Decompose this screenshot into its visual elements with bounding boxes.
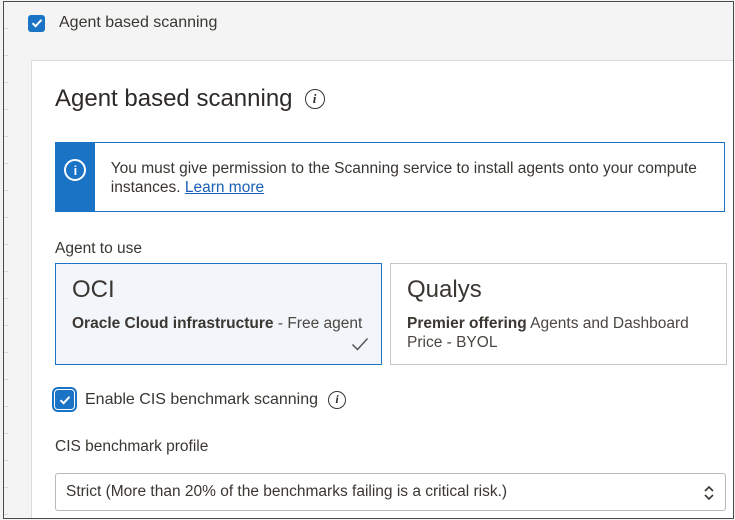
check-icon — [351, 337, 369, 351]
agent-option-description: Oracle Cloud infrastructure - Free agent — [72, 314, 365, 333]
banner-icon-column: i — [56, 143, 95, 211]
agent-option-name: OCI — [72, 276, 115, 303]
select-chevron-icon — [704, 485, 714, 501]
agent-option-desc-bold: Oracle Cloud infrastructure — [72, 315, 274, 332]
page-title: Agent based scanning — [55, 85, 293, 112]
agent-option-oci[interactable]: OCI Oracle Cloud infrastructure - Free a… — [55, 263, 382, 365]
checkmark-icon — [59, 395, 70, 405]
cis-profile-label: CIS benchmark profile — [55, 438, 209, 455]
info-icon[interactable]: i — [328, 390, 347, 409]
agent-to-use-label: Agent to use — [55, 240, 143, 257]
agent-option-desc-bold: Premier offering — [407, 315, 527, 332]
learn-more-link[interactable]: Learn more — [185, 179, 264, 196]
cis-profile-selected-value: Strict (More than 20% of the benchmarks … — [66, 483, 508, 500]
agent-option-desc-rest: - Free agent — [273, 315, 363, 332]
info-icon[interactable]: i — [304, 89, 325, 109]
agent-option-description: Premier offering Agents and Dashboard Pr… — [407, 314, 710, 352]
cis-benchmark-toggle-row[interactable]: Enable CIS benchmark scanning i — [52, 387, 347, 412]
info-icon: i — [64, 159, 87, 181]
cis-profile-select[interactable]: Strict (More than 20% of the benchmarks … — [55, 473, 726, 511]
cis-benchmark-checkbox-label: Enable CIS benchmark scanning — [85, 390, 319, 408]
cis-benchmark-checkbox[interactable] — [52, 387, 77, 412]
agent-scanning-checkbox[interactable] — [28, 14, 45, 32]
window-frame: Agent based scanning Agent based scannin… — [3, 1, 734, 519]
agent-scanning-panel: Agent based scanning i i You must give p… — [31, 60, 733, 518]
agent-option-qualys[interactable]: Qualys Premier offering Agents and Dashb… — [390, 263, 727, 365]
agent-scanning-checkbox-label: Agent based scanning — [59, 14, 218, 31]
permission-info-banner: i You must give permission to the Scanni… — [55, 142, 725, 212]
agent-option-name: Qualys — [407, 276, 482, 303]
panel-header: Agent based scanning i — [55, 85, 325, 113]
banner-message: You must give permission to the Scanning… — [95, 143, 724, 211]
agent-scanning-toggle-row[interactable]: Agent based scanning — [28, 14, 217, 32]
checkmark-icon — [31, 19, 42, 28]
background-grid — [4, 2, 8, 518]
